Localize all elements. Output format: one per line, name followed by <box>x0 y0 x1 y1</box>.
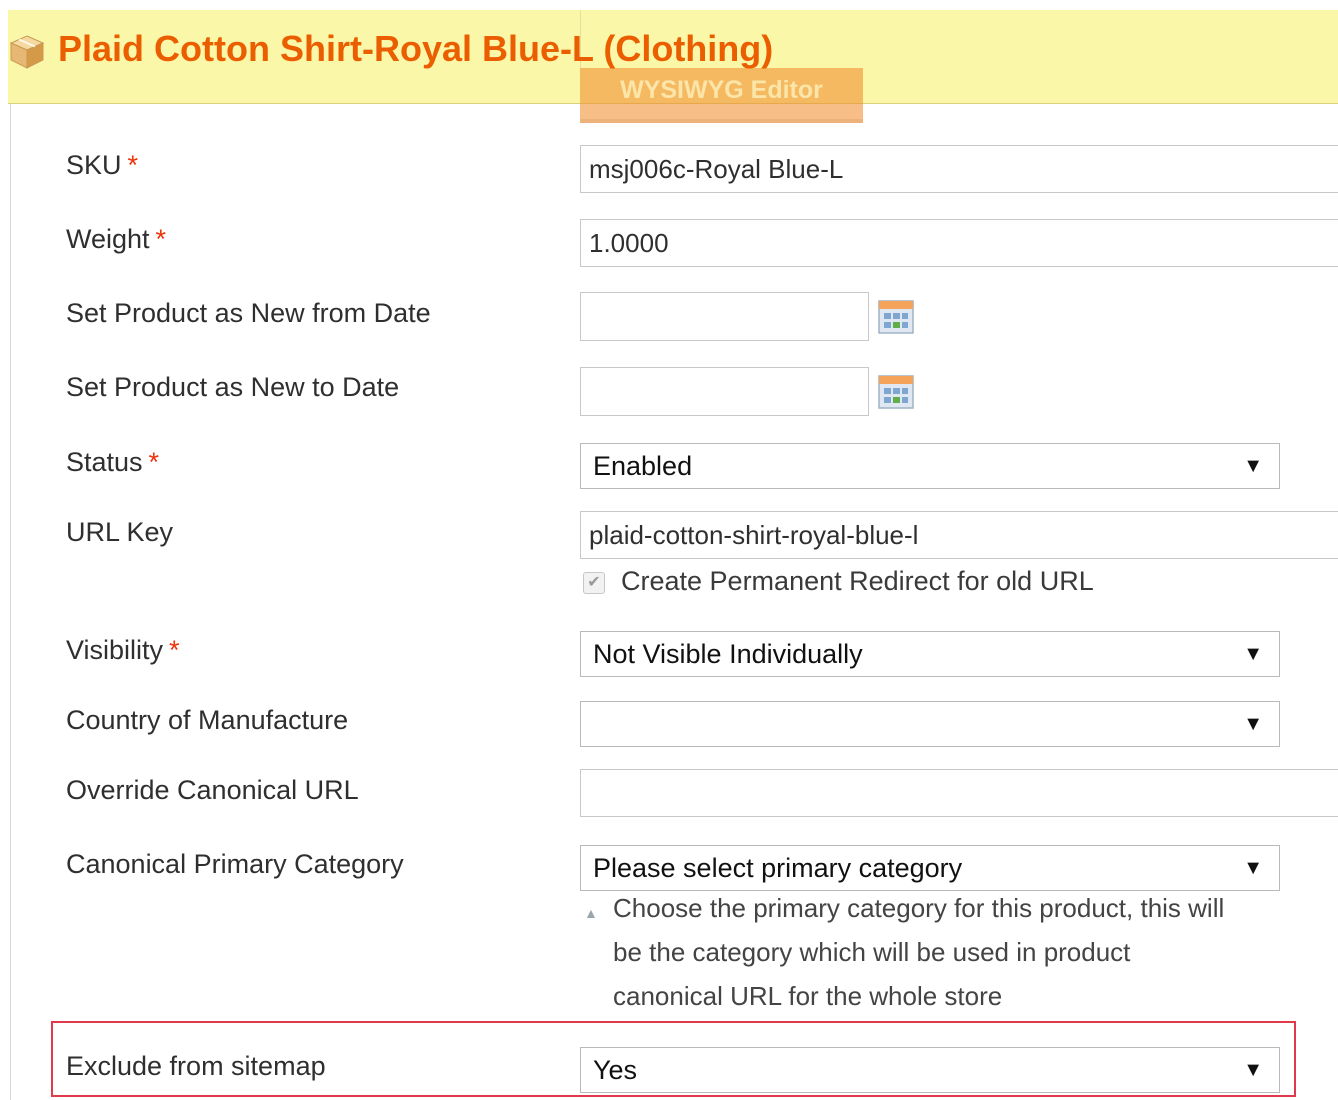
chevron-down-icon: ▼ <box>1243 455 1263 477</box>
calendar-icon[interactable] <box>878 300 914 334</box>
canonical-primary-category-select[interactable]: Please select primary category ▼ <box>580 845 1280 891</box>
redirect-checkbox[interactable]: ✔ <box>583 572 605 594</box>
new-from-date-label: Set Product as New from Date <box>66 298 431 328</box>
wysiwyg-editor-button[interactable]: WYSIWYG Editor <box>580 68 863 123</box>
weight-label: Weight * <box>66 224 167 254</box>
primary-category-note-line: canonical URL for the whole store <box>613 981 1003 1011</box>
status-label: Status * <box>66 447 160 477</box>
note-arrow-icon: ▲ <box>584 905 598 921</box>
chevron-down-icon: ▼ <box>1243 643 1263 665</box>
visibility-selected-value: Not Visible Individually <box>593 639 863 669</box>
country-of-manufacture-label: Country of Manufacture <box>66 705 349 735</box>
weight-input[interactable]: 1.0000 <box>580 219 1338 267</box>
form-border <box>10 104 11 1100</box>
visibility-label: Visibility * <box>66 635 180 665</box>
required-marker: * <box>127 150 139 180</box>
exclude-from-sitemap-label: Exclude from sitemap <box>66 1051 326 1081</box>
new-to-date-input[interactable] <box>580 367 869 416</box>
visibility-select[interactable]: Not Visible Individually ▼ <box>580 631 1280 677</box>
canonical-primary-category-label: Canonical Primary Category <box>66 849 404 879</box>
new-to-date-label: Set Product as New to Date <box>66 372 400 402</box>
primary-category-selected-value: Please select primary category <box>593 853 963 883</box>
package-icon <box>9 35 45 69</box>
override-canonical-url-label: Override Canonical URL <box>66 775 359 805</box>
url-key-input[interactable]: plaid-cotton-shirt-royal-blue-l <box>580 511 1338 559</box>
override-canonical-url-input[interactable] <box>580 769 1338 817</box>
calendar-icon[interactable] <box>878 375 914 409</box>
required-marker: * <box>155 224 167 254</box>
required-marker: * <box>169 635 180 665</box>
sku-input[interactable]: msj006c-Royal Blue-L <box>580 145 1338 193</box>
url-key-label: URL Key <box>66 517 174 547</box>
redirect-checkbox-label: Create Permanent Redirect for old URL <box>621 566 1094 596</box>
country-of-manufacture-select[interactable]: ▼ <box>580 701 1280 747</box>
chevron-down-icon: ▼ <box>1243 713 1263 735</box>
primary-category-note-line: Choose the primary category for this pro… <box>613 893 1225 923</box>
exclude-sitemap-selected-value: Yes <box>593 1055 638 1085</box>
sku-label: SKU * <box>66 150 139 180</box>
new-from-date-input[interactable] <box>580 292 869 341</box>
status-selected-value: Enabled <box>593 451 693 481</box>
primary-category-note-line: be the category which will be used in pr… <box>613 937 1131 967</box>
status-select[interactable]: Enabled ▼ <box>580 443 1280 489</box>
page-title: Plaid Cotton Shirt-Royal Blue-L (Clothin… <box>58 28 774 69</box>
exclude-from-sitemap-select[interactable]: Yes ▼ <box>580 1047 1280 1093</box>
chevron-down-icon: ▼ <box>1243 857 1263 879</box>
chevron-down-icon: ▼ <box>1243 1059 1263 1081</box>
required-marker: * <box>148 447 160 477</box>
